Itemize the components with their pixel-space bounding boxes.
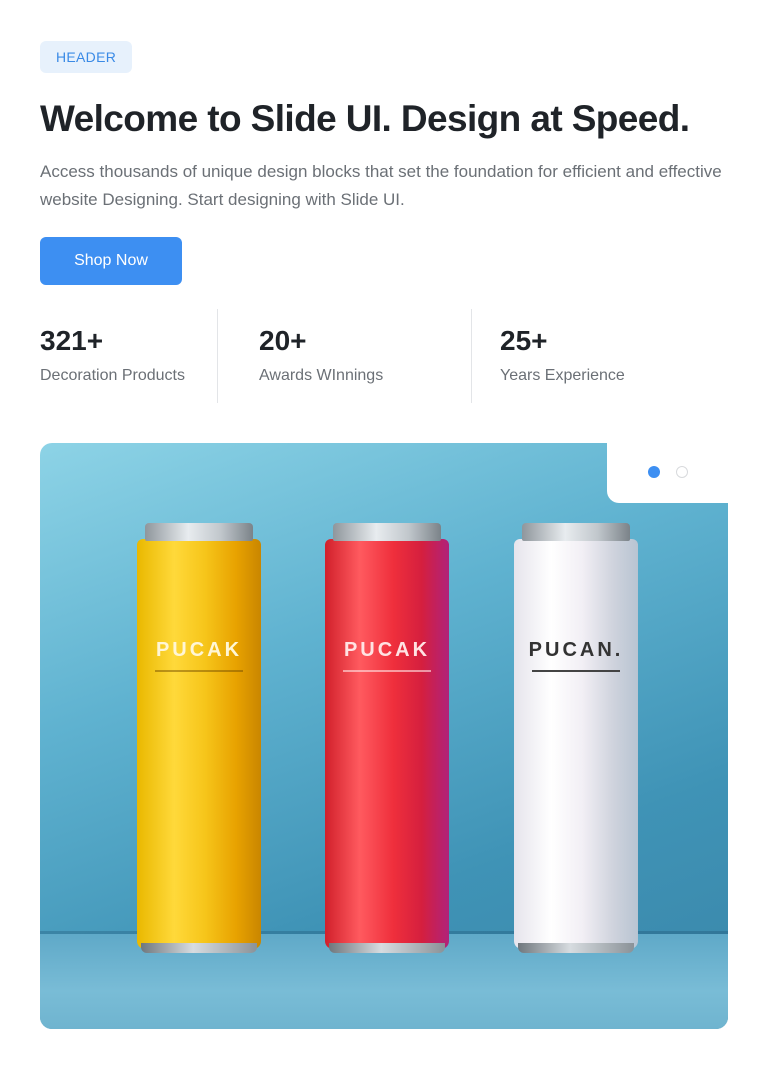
stat-label: Decoration Products (40, 367, 185, 384)
product-can-white: PUCAN. (514, 523, 638, 953)
product-can-red: PUCAK (325, 523, 449, 953)
stats-row: 321+ Decoration Products 20+ Awards WInn… (40, 309, 740, 403)
can-brand: PUCAK (343, 639, 431, 661)
carousel-dot-2[interactable] (676, 466, 688, 478)
stat-label: Years Experience (500, 367, 625, 384)
can-base (141, 943, 257, 953)
can-rule (343, 670, 431, 672)
can-lid (333, 523, 441, 541)
shop-now-button[interactable]: Shop Now (40, 237, 182, 285)
carousel-notch (607, 443, 732, 503)
stat-divider (217, 309, 218, 403)
can-base (518, 943, 634, 953)
stat-value: 20+ (259, 325, 307, 356)
stat-label: Awards WInnings (259, 367, 384, 384)
can-body (325, 539, 449, 949)
can-lid (522, 523, 630, 541)
can-base (329, 943, 445, 953)
can-body (137, 539, 261, 949)
can-rule (155, 670, 243, 672)
can-body (514, 539, 638, 949)
can-lid (145, 523, 253, 541)
can-rule (532, 670, 620, 672)
stat-value: 321+ (40, 325, 104, 356)
can-brand: PUCAN. (528, 639, 624, 661)
carousel-dot-1[interactable] (648, 466, 660, 478)
section-badge: HEADER (40, 41, 133, 73)
page-title: Welcome to Slide UI. Design at Speed. (40, 98, 690, 139)
stat-divider (471, 309, 472, 403)
product-can-yellow: PUCAK (137, 523, 261, 953)
stat-value: 25+ (500, 325, 548, 356)
page-description: Access thousands of unique design blocks… (40, 162, 722, 209)
can-brand: PUCAK (155, 639, 243, 661)
